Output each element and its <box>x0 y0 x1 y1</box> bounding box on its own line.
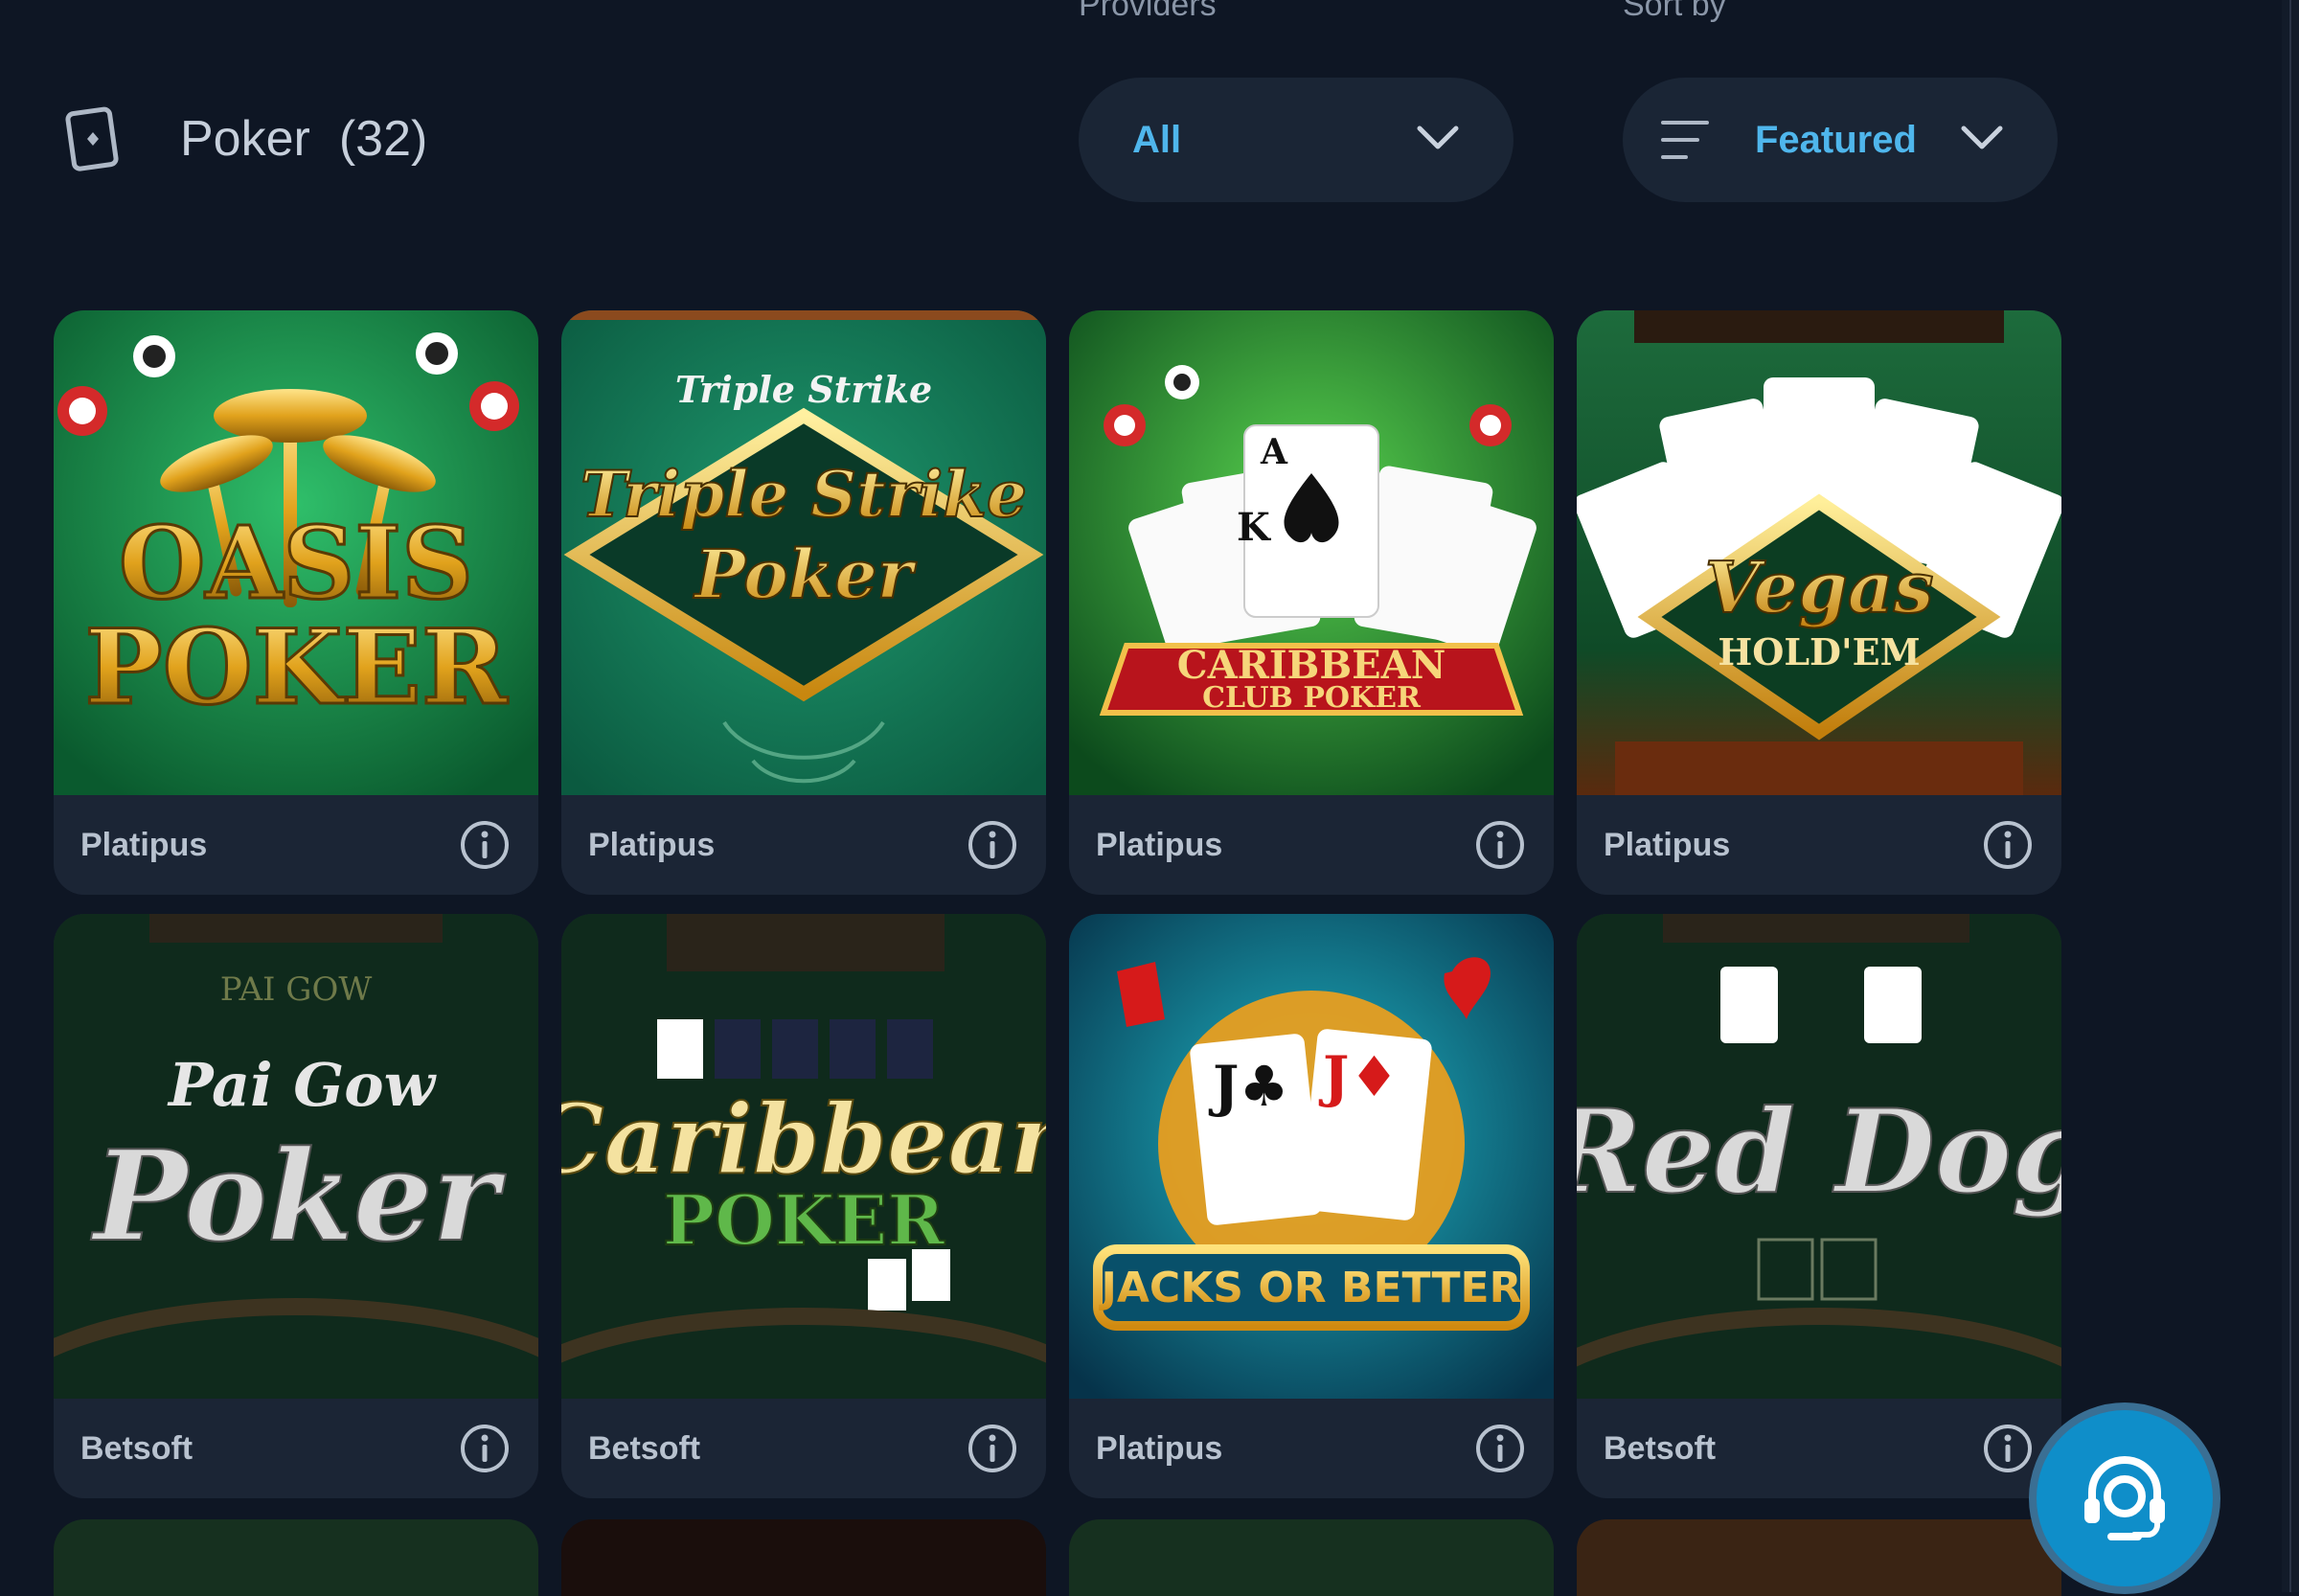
svg-text:POKER: POKER <box>663 1179 945 1261</box>
game-card-footer: Platipus <box>54 795 538 895</box>
game-card-footer: Platipus <box>1577 795 2061 895</box>
game-card-footer: Betsoft <box>1577 1399 2061 1498</box>
game-provider: Betsoft <box>588 1429 701 1467</box>
scrollbar[interactable] <box>2282 0 2299 1592</box>
game-card-footer: Betsoft <box>561 1399 1046 1498</box>
svg-text:J♦: J♦ <box>1318 1044 1399 1109</box>
game-card[interactable]: K A CARIBBEAN CLUB POKER Platipus <box>1069 310 1554 895</box>
game-card-partial[interactable] <box>1069 1519 1554 1596</box>
info-icon[interactable] <box>967 820 1017 870</box>
game-thumbnail[interactable]: PAI GOW Pai Gow Poker <box>54 914 538 1399</box>
svg-text:JACKS OR BETTER: JACKS OR BETTER <box>1099 1264 1522 1312</box>
info-icon[interactable] <box>1475 820 1525 870</box>
game-provider: Betsoft <box>80 1429 193 1467</box>
game-provider: Platipus <box>1604 826 1731 863</box>
game-provider: Platipus <box>1096 1429 1223 1467</box>
category-count: (32) <box>338 111 428 167</box>
svg-text:K: K <box>1237 505 1271 550</box>
info-icon[interactable] <box>967 1424 1017 1473</box>
game-provider: Platipus <box>80 826 208 863</box>
providers-value: All <box>1132 118 1182 161</box>
info-icon[interactable] <box>1475 1424 1525 1473</box>
svg-text:Pai Gow: Pai Gow <box>167 1050 438 1120</box>
game-card[interactable]: OASIS POKER Platipus <box>54 310 538 895</box>
game-card-partial[interactable] <box>1577 1519 2061 1596</box>
game-thumbnail[interactable]: Red Dog <box>1577 914 2061 1399</box>
support-button[interactable] <box>2029 1402 2220 1594</box>
game-provider: Betsoft <box>1604 1429 1717 1467</box>
game-card[interactable]: Caribbean POKER Betsoft <box>561 914 1046 1498</box>
chevron-down-icon <box>1417 125 1459 149</box>
game-thumbnail[interactable]: K A CARIBBEAN CLUB POKER <box>1069 310 1554 795</box>
scrollbar-track <box>2289 0 2291 1592</box>
game-art: Red Dog <box>1577 914 2061 1399</box>
game-card[interactable]: Triple Strike Triple Strike Poker Platip… <box>561 310 1046 895</box>
svg-text:Vegas: Vegas <box>1704 547 1933 629</box>
info-icon[interactable] <box>1983 1424 2033 1473</box>
svg-text:J♣: J♣ <box>1208 1054 1288 1119</box>
game-card[interactable]: J♣ J♦ JACKS OR BETTER Platipus <box>1069 914 1554 1498</box>
game-thumbnail[interactable]: J♣ J♦ JACKS OR BETTER <box>1069 914 1554 1399</box>
game-art: J♣ J♦ JACKS OR BETTER <box>1069 914 1554 1399</box>
game-provider: Platipus <box>1096 826 1223 863</box>
info-icon[interactable] <box>1983 820 2033 870</box>
game-art: K A CARIBBEAN CLUB POKER <box>1069 310 1554 795</box>
chevron-down-icon <box>1961 125 2003 149</box>
headset-icon <box>2084 1456 2165 1540</box>
game-card[interactable]: Red Dog Betsoft <box>1577 914 2061 1498</box>
svg-text:Poker: Poker <box>693 535 917 614</box>
svg-text:HOLD'EM: HOLD'EM <box>1718 630 1920 673</box>
svg-text:Triple Strike: Triple Strike <box>675 368 932 411</box>
sort-value: Featured <box>1755 118 1917 161</box>
game-card-footer: Platipus <box>1069 795 1554 895</box>
game-card-footer: Platipus <box>1069 1399 1554 1498</box>
game-thumbnail[interactable]: Vegas HOLD'EM <box>1577 310 2061 795</box>
svg-text:Triple Strike: Triple Strike <box>580 457 1027 532</box>
svg-text:POKER: POKER <box>84 607 508 728</box>
category-title: Poker <box>180 111 310 167</box>
providers-dropdown[interactable]: All <box>1079 78 1514 202</box>
info-icon[interactable] <box>460 820 510 870</box>
game-card-footer: Platipus <box>561 795 1046 895</box>
game-art: Vegas HOLD'EM <box>1577 310 2061 795</box>
game-art: OASIS POKER <box>54 310 538 795</box>
svg-text:CLUB POKER: CLUB POKER <box>1202 681 1422 715</box>
game-thumbnail[interactable]: Triple Strike Triple Strike Poker <box>561 310 1046 795</box>
game-card-partial[interactable] <box>54 1519 538 1596</box>
card-icon <box>65 106 119 171</box>
game-provider: Platipus <box>588 826 716 863</box>
game-art: Caribbean POKER <box>561 914 1046 1399</box>
game-art: PAI GOW Pai Gow Poker <box>54 914 538 1399</box>
game-thumbnail[interactable]: OASIS POKER <box>54 310 538 795</box>
info-icon[interactable] <box>460 1424 510 1473</box>
category-header: Poker (32) <box>63 105 427 172</box>
svg-text:Poker: Poker <box>90 1123 507 1269</box>
svg-text:A: A <box>1260 432 1288 472</box>
game-art: Triple Strike Triple Strike Poker <box>561 310 1046 795</box>
svg-text:Red Dog: Red Dog <box>1577 1084 2061 1220</box>
game-card-partial[interactable] <box>561 1519 1046 1596</box>
game-card-footer: Betsoft <box>54 1399 538 1498</box>
game-card[interactable]: Vegas HOLD'EM Platipus <box>1577 310 2061 895</box>
svg-text:PAI GOW: PAI GOW <box>220 970 373 1009</box>
sort-dropdown[interactable]: Featured <box>1623 78 2058 202</box>
sort-icon <box>1661 121 1709 159</box>
sort-label: Sort by <box>1623 0 1726 23</box>
providers-label: Providers <box>1079 0 1217 23</box>
svg-text:OASIS: OASIS <box>119 504 473 622</box>
game-thumbnail[interactable]: Caribbean POKER <box>561 914 1046 1399</box>
game-card[interactable]: PAI GOW Pai Gow Poker Betsoft <box>54 914 538 1498</box>
